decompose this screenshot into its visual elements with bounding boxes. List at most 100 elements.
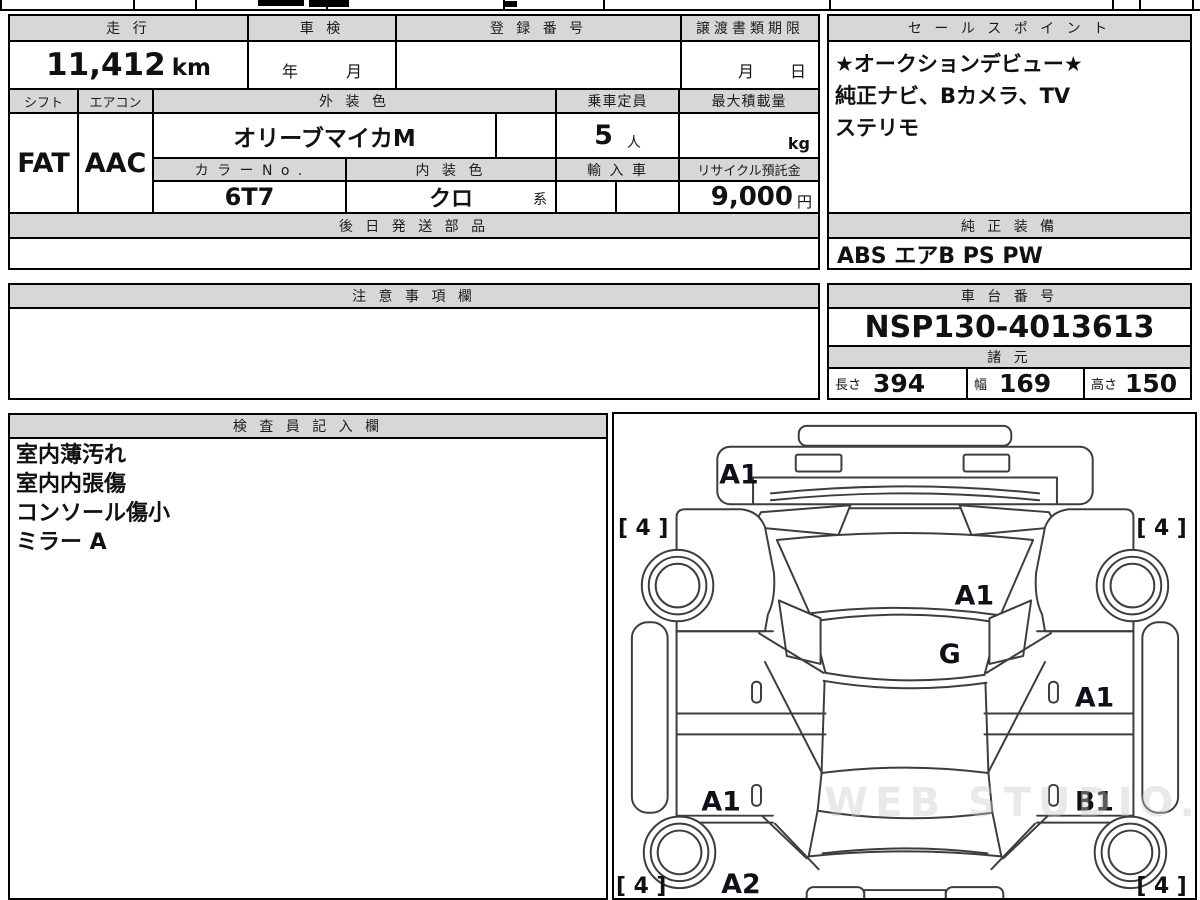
shift-value: FAT	[10, 114, 79, 214]
cutoff-row-strip	[0, 0, 1200, 11]
registration-no-value	[397, 42, 682, 90]
width-value: 169	[999, 369, 1052, 398]
mileage-unit: km	[171, 55, 211, 81]
notes-content	[10, 309, 818, 398]
height-cell: 高さ 150	[1085, 369, 1190, 398]
transfer-deadline-value: 月 日	[682, 42, 818, 90]
recycle-header: リサイクル預託金	[680, 159, 818, 182]
divider	[195, 0, 197, 9]
tire-grade-front-left: [ 4 ]	[618, 516, 668, 541]
tire-grade-rear-right: [ 4 ]	[1136, 874, 1186, 898]
mileage-header: 走 行	[10, 16, 249, 42]
rear-bumper-center	[863, 889, 947, 898]
side-sill-left	[630, 621, 669, 814]
damage-label-hood: A1	[955, 580, 994, 611]
interior-color-text: クロ	[428, 187, 473, 212]
color-no-value: 6T7	[154, 182, 347, 214]
sales-point-content: ★オークションデビュー★ 純正ナビ、Bカメラ、TV ステリモ	[829, 42, 1190, 214]
door-handle	[751, 680, 762, 704]
rear-quarter-diagonal	[773, 822, 820, 871]
fog-light-left	[794, 453, 843, 473]
headlight-left	[752, 504, 852, 536]
exterior-color-extra	[497, 114, 557, 159]
clipped-text-fragment	[258, 0, 304, 6]
wheel-front-right	[1095, 548, 1170, 623]
chassis-header: 車 台 番 号	[829, 285, 1190, 309]
shift-header: シフト	[10, 90, 79, 114]
interior-color-suffix: 系	[533, 192, 547, 208]
aircon-value: AAC	[79, 114, 154, 214]
month-label: 月	[737, 62, 754, 81]
tire-grade-rear-left: [ 4 ]	[616, 874, 666, 898]
inspector-line: 室内内張傷	[16, 472, 127, 497]
inspector-line: 室内薄汚れ	[16, 443, 127, 468]
inspector-line: ミラー A	[16, 530, 107, 555]
divider	[829, 0, 831, 9]
month-label: 月	[346, 62, 363, 81]
year-label: 年	[281, 62, 298, 81]
later-parts-header: 後 日 発 送 部 品	[10, 214, 818, 239]
sales-point-header: セ ー ル ス ポ イ ン ト	[829, 16, 1190, 42]
width-cell: 幅 169	[968, 369, 1085, 398]
liftgate-side	[807, 809, 819, 858]
spec-header: 諸 元	[829, 347, 1190, 369]
watermark: WEB STUDIO.RU	[824, 780, 1200, 826]
max-load-header: 最大積載量	[680, 90, 818, 114]
damage-label-rear-door-left: A1	[701, 787, 740, 818]
height-label: 高さ	[1091, 378, 1118, 393]
chassis-table: 車 台 番 号 NSP130-4013613 諸 元 長さ 394 幅 169 …	[827, 283, 1192, 400]
rear-quarter-diagonal	[990, 822, 1037, 871]
recycle-value: 9,000 円	[680, 182, 818, 214]
rear-quarter-diagonal	[761, 815, 808, 860]
length-label: 長さ	[835, 378, 862, 393]
notes-table: 注 意 事 項 欄	[8, 283, 820, 400]
notes-header: 注 意 事 項 欄	[10, 285, 818, 309]
rear-bumper-right	[944, 886, 1005, 898]
car-damage-diagram: A1 [ 4 ] [ 4 ] A1 G A1 A1 B1 A2 [ 4 ] [ …	[612, 412, 1197, 900]
chassis-number: NSP130-4013613	[829, 309, 1190, 347]
mileage-value: 11,412 km	[10, 42, 249, 90]
roof-rear-edge	[820, 766, 990, 775]
hood	[775, 532, 1035, 617]
inspection-value: 年 月	[249, 42, 397, 90]
mileage-number: 11,412	[46, 47, 166, 83]
damage-label-front-door-right: A1	[1075, 683, 1114, 714]
damage-label-front-bumper: A1	[719, 459, 758, 490]
equipment-header: 純 正 装 備	[829, 214, 1190, 239]
interior-color-value: クロ 系	[347, 182, 557, 214]
door-handle	[1048, 680, 1059, 704]
quarter-diagonal	[763, 660, 823, 774]
divider	[1139, 0, 1141, 9]
sales-line: ★オークションデビュー★	[835, 52, 1083, 76]
inspector-header: 検 査 員 記 入 欄	[10, 415, 606, 439]
vehicle-spec-table: 走 行 車 検 登 録 番 号 譲渡書類期限 11,412 km 年 月 月 日…	[8, 14, 820, 270]
divider	[133, 0, 135, 9]
roof-front-edge	[822, 679, 988, 690]
capacity-unit: 人	[626, 134, 641, 151]
inspection-header: 車 検	[249, 16, 397, 42]
sales-point-table: セ ー ル ス ポ イ ン ト ★オークションデビュー★ 純正ナビ、Bカメラ、T…	[827, 14, 1192, 270]
headlight-right	[958, 504, 1058, 536]
damage-label-rear-fender-left: A2	[721, 869, 760, 898]
quarter-diagonal	[987, 660, 1047, 774]
max-load-value: kg	[680, 114, 818, 159]
rear-window-side	[816, 772, 823, 812]
inspector-content: 室内薄汚れ 室内内張傷 コンソール傷小 ミラー A	[10, 439, 606, 898]
exterior-color-header: 外 装 色	[154, 90, 557, 114]
interior-color-header: 内 装 色	[347, 159, 557, 182]
clipped-text-fragment	[309, 0, 349, 7]
height-value: 150	[1125, 369, 1178, 398]
wheel-front-left	[640, 548, 715, 623]
recycle-unit: 円	[796, 192, 812, 211]
day-label: 日	[789, 62, 806, 81]
hood-inner-curve	[812, 613, 998, 624]
damage-label-windshield: G	[939, 639, 961, 670]
front-bumper	[716, 445, 1094, 506]
divider	[1112, 0, 1114, 9]
transfer-deadline-header: 譲渡書類期限	[682, 16, 818, 42]
divider	[1192, 0, 1194, 9]
capacity-number: 5	[594, 120, 613, 151]
fog-light-right	[962, 453, 1011, 473]
inspector-table: 検 査 員 記 入 欄 室内薄汚れ 室内内張傷 コンソール傷小 ミラー A	[8, 413, 608, 900]
inspector-line: コンソール傷小	[16, 501, 171, 526]
